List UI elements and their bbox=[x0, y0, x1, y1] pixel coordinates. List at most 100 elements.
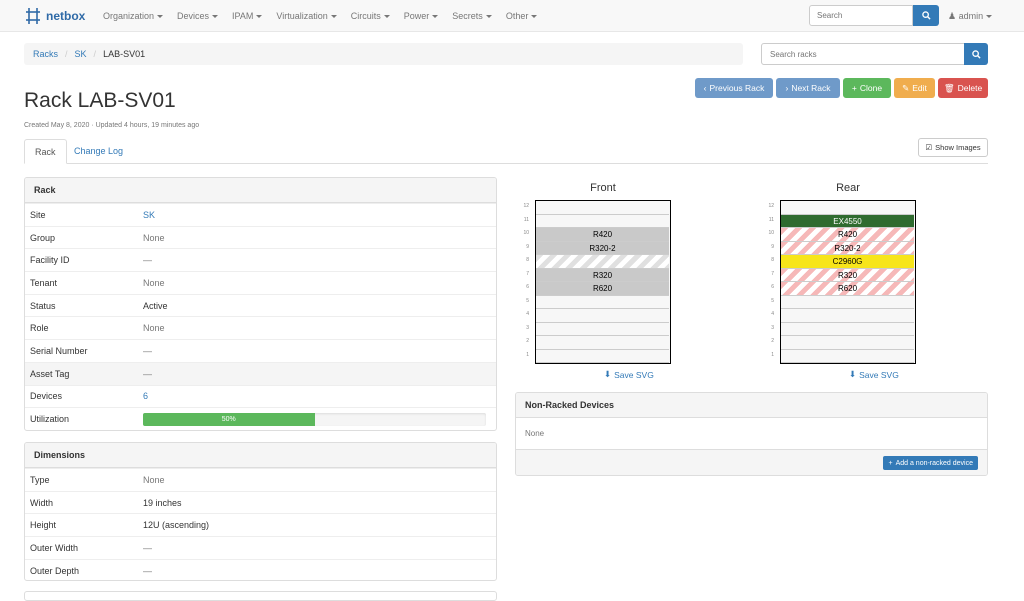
checkbox-icon: ☑ bbox=[925, 143, 933, 152]
tab-change-log[interactable]: Change Log bbox=[64, 139, 133, 164]
caret-down-icon bbox=[383, 15, 390, 19]
row-type: Type None bbox=[25, 468, 496, 491]
save-front-svg-link[interactable]: ⬇ Save SVG bbox=[604, 369, 654, 380]
panel-footer: + Add a non-racked device bbox=[516, 450, 987, 475]
brand-logo[interactable]: netbox bbox=[24, 6, 85, 26]
menu-label: Virtualization bbox=[276, 11, 328, 21]
caret-down-icon bbox=[531, 15, 538, 19]
rack-unit-number: 3 bbox=[526, 324, 529, 331]
menu-circuits[interactable]: Circuits bbox=[344, 0, 397, 32]
rack-device[interactable] bbox=[536, 255, 669, 269]
breadcrumb-racks[interactable]: Racks bbox=[33, 49, 58, 59]
breadcrumb-current: LAB-SV01 bbox=[103, 49, 146, 59]
clone-button[interactable]: + Clone bbox=[843, 78, 891, 98]
button-label: Edit bbox=[912, 83, 927, 93]
rack-search-button[interactable] bbox=[964, 43, 988, 65]
menu-secrets[interactable]: Secrets bbox=[445, 0, 499, 32]
breadcrumb-separator: / bbox=[93, 49, 97, 59]
utilization-progress-bar: 50% bbox=[143, 412, 315, 426]
row-tenant: Tenant None bbox=[25, 271, 496, 294]
rack-unit-number: 3 bbox=[771, 324, 774, 331]
global-search-input[interactable] bbox=[809, 5, 913, 26]
breadcrumb: Racks / SK / LAB-SV01 bbox=[24, 43, 743, 65]
menu-other[interactable]: Other bbox=[499, 0, 545, 32]
non-racked-body: None bbox=[516, 418, 987, 450]
tab-rack[interactable]: Rack bbox=[24, 139, 67, 164]
action-buttons: ‹ Previous Rack › Next Rack + Clone ✎ Edit 🗑… bbox=[695, 78, 988, 98]
breadcrumb-separator: / bbox=[65, 49, 68, 59]
rear-rack-elevation: EX4550 R420 R320-2 C2960G R320 R620 bbox=[780, 200, 916, 364]
chevron-right-icon: › bbox=[785, 83, 789, 93]
rack-unit-slot bbox=[781, 309, 914, 323]
row-label: Status bbox=[30, 300, 56, 311]
rack-unit-number: 2 bbox=[771, 338, 774, 344]
rack-device[interactable]: R320-2 bbox=[536, 241, 669, 255]
button-label: Show Images bbox=[935, 143, 981, 152]
top-navbar: netbox Organization Devices IPAM Virtual… bbox=[0, 0, 1024, 32]
download-icon: ⬇ bbox=[604, 369, 612, 379]
rack-unit-number: 8 bbox=[771, 257, 774, 263]
rack-unit-number: 8 bbox=[526, 257, 529, 263]
menu-organization[interactable]: Organization bbox=[96, 0, 170, 32]
rear-elevation-title: Rear bbox=[836, 182, 860, 194]
save-rear-svg-link[interactable]: ⬇ Save SVG bbox=[849, 369, 899, 380]
rack-search-input[interactable] bbox=[761, 43, 965, 65]
menu-power[interactable]: Power bbox=[397, 0, 446, 32]
add-non-racked-device-button[interactable]: + Add a non-racked device bbox=[883, 456, 978, 470]
user-menu[interactable]: ♟ admin bbox=[948, 0, 993, 32]
link-label: Save SVG bbox=[859, 369, 899, 380]
rack-device[interactable]: R320-2 bbox=[781, 241, 914, 255]
rack-unit-number: 10 bbox=[768, 230, 774, 236]
rack-device[interactable]: R620 bbox=[781, 282, 914, 296]
rack-unit-number: 6 bbox=[771, 284, 774, 290]
rack-device[interactable]: R320 bbox=[781, 268, 914, 282]
search-icon bbox=[971, 49, 981, 59]
trash-icon: 🗑 bbox=[943, 82, 955, 93]
rack-device[interactable]: R420 bbox=[536, 228, 669, 242]
front-rack-elevation: R420 R320-2 R320 R620 bbox=[535, 200, 671, 364]
row-value: None bbox=[143, 323, 165, 334]
row-value: — bbox=[143, 565, 152, 576]
rack-unit-slot bbox=[536, 323, 669, 336]
menu-devices[interactable]: Devices bbox=[170, 0, 225, 32]
rack-device[interactable]: C2960G bbox=[781, 255, 914, 269]
delete-button[interactable]: 🗑 Delete bbox=[938, 78, 988, 98]
pencil-icon: ✎ bbox=[902, 82, 910, 93]
next-rack-button[interactable]: › Next Rack bbox=[776, 78, 840, 98]
show-images-button[interactable]: ☑ Show Images bbox=[918, 138, 988, 157]
site-link[interactable]: SK bbox=[143, 210, 155, 220]
row-label: Outer Width bbox=[30, 542, 79, 553]
global-search-button[interactable] bbox=[913, 5, 939, 26]
row-label: Serial Number bbox=[30, 345, 88, 356]
row-label: Utilization bbox=[30, 414, 70, 425]
row-label: Devices bbox=[30, 391, 63, 402]
rack-device[interactable]: R320 bbox=[536, 268, 669, 282]
row-height: Height 12U (ascending) bbox=[25, 513, 496, 536]
rack-unit-slot bbox=[536, 309, 669, 323]
row-value: None bbox=[143, 277, 165, 288]
caret-down-icon bbox=[432, 15, 439, 19]
rack-device[interactable]: R420 bbox=[781, 228, 914, 242]
rack-device[interactable]: EX4550 bbox=[781, 214, 914, 228]
devices-count-link[interactable]: 6 bbox=[143, 391, 148, 401]
breadcrumb-site[interactable]: SK bbox=[75, 49, 87, 59]
rack-unit-number: 1 bbox=[771, 351, 774, 358]
netbox-logo-icon bbox=[26, 8, 40, 24]
link-label: Save SVG bbox=[614, 369, 654, 380]
rack-unit-number: 11 bbox=[523, 216, 529, 223]
main-menu: Organization Devices IPAM Virtualization… bbox=[96, 0, 544, 32]
row-label: Height bbox=[30, 520, 57, 531]
rack-unit-number: 7 bbox=[771, 270, 774, 277]
rack-unit-number: 11 bbox=[768, 216, 774, 223]
rack-unit-number: 9 bbox=[526, 243, 529, 250]
row-value: None bbox=[143, 232, 165, 243]
rack-unit-number: 10 bbox=[523, 230, 529, 236]
menu-ipam[interactable]: IPAM bbox=[225, 0, 269, 32]
rack-unit-number: 9 bbox=[771, 243, 774, 250]
edit-button[interactable]: ✎ Edit bbox=[894, 78, 935, 98]
menu-virtualization[interactable]: Virtualization bbox=[269, 0, 343, 32]
caret-down-icon bbox=[986, 15, 993, 19]
caret-down-icon bbox=[485, 15, 492, 19]
rack-device[interactable]: R620 bbox=[536, 282, 669, 296]
previous-rack-button[interactable]: ‹ Previous Rack bbox=[695, 78, 773, 98]
